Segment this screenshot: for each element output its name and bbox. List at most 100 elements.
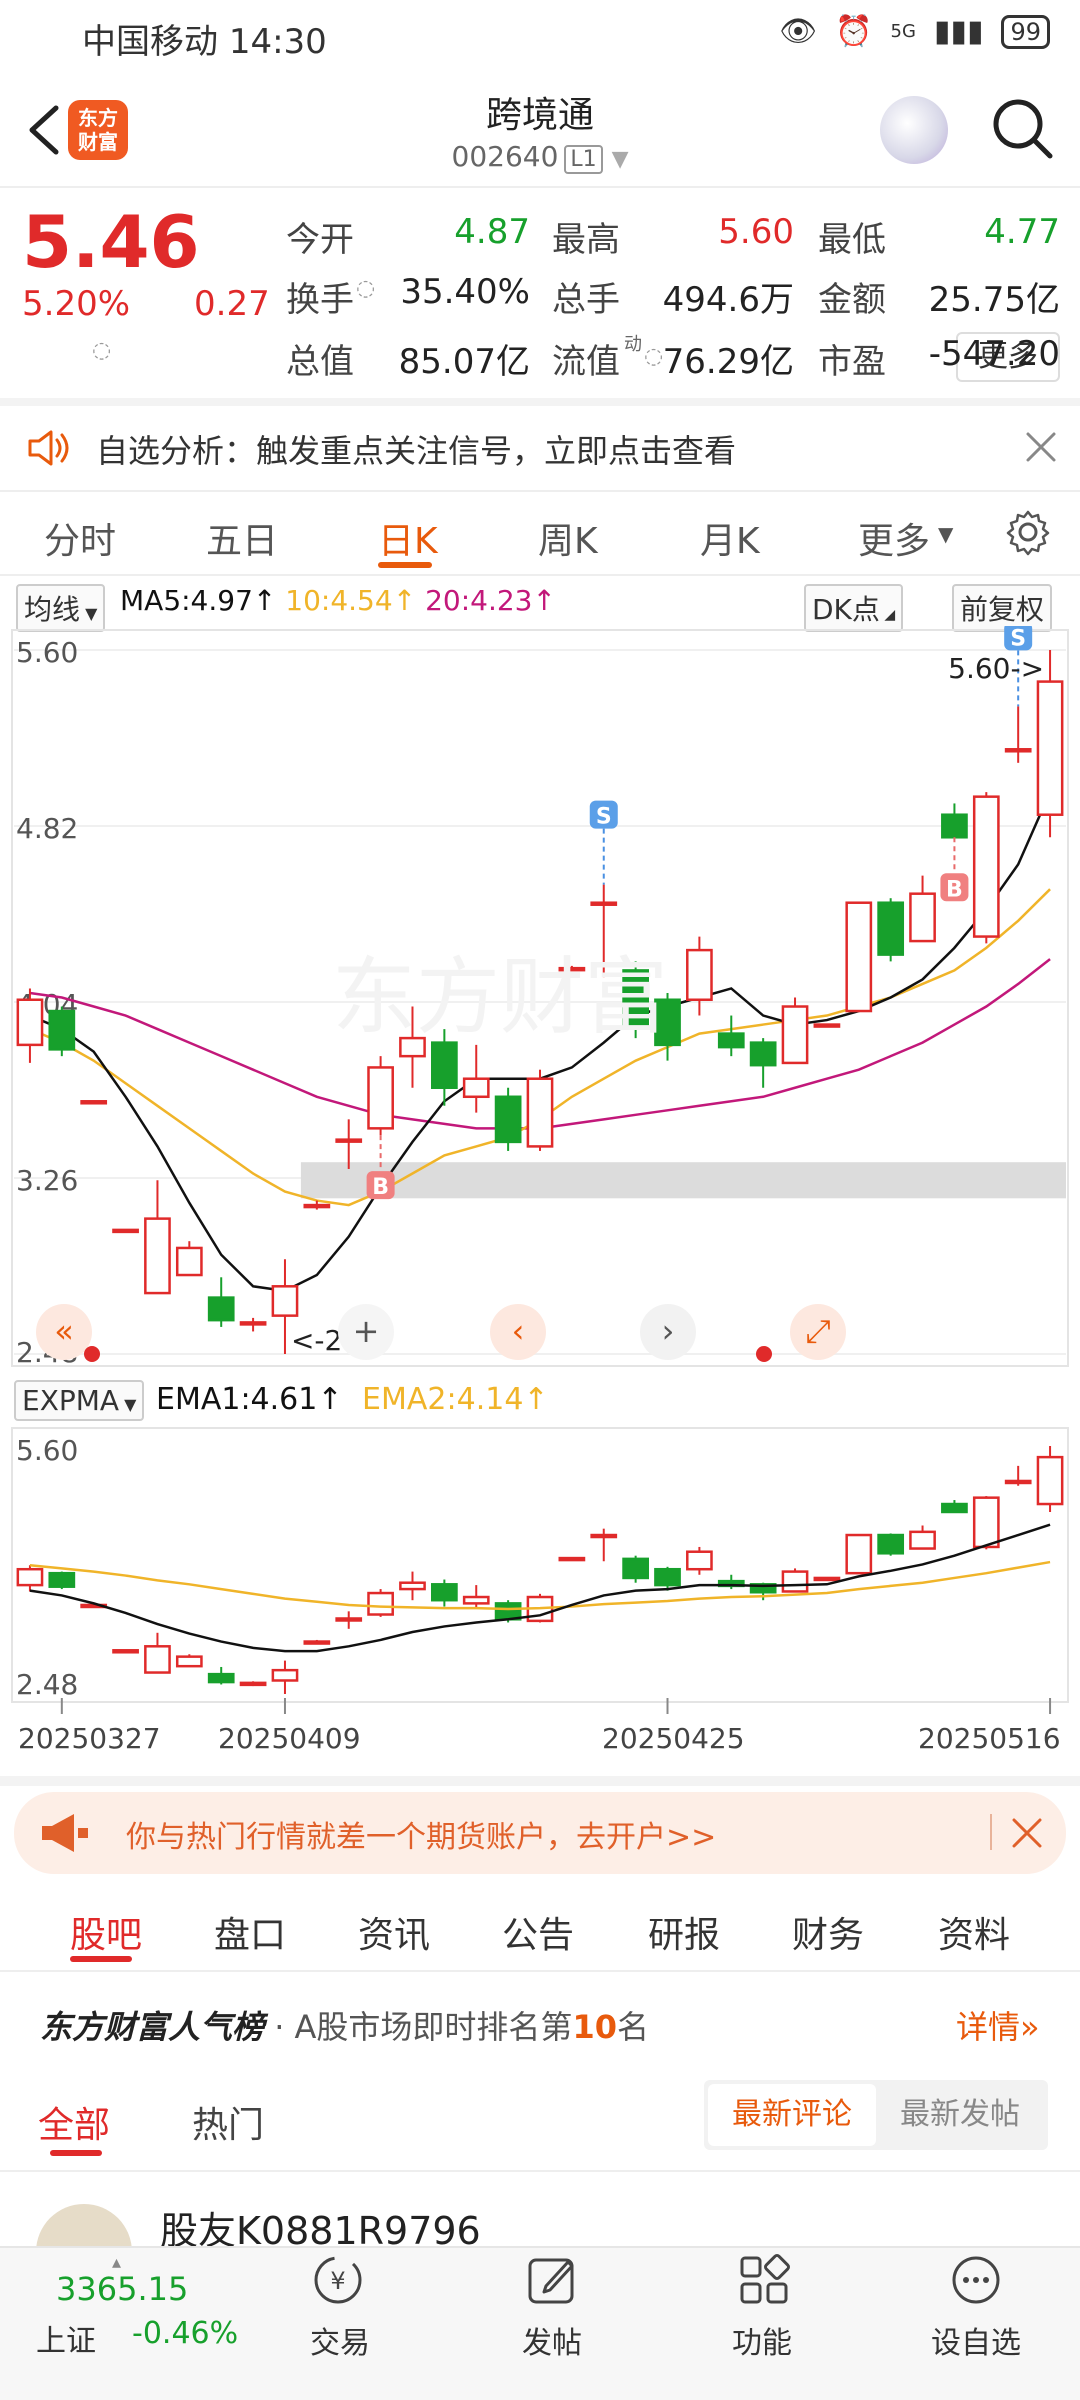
candle-body: [526, 1077, 554, 1148]
sort-latest-post[interactable]: 最新发帖: [876, 2084, 1044, 2146]
status-icons: 👁 ⏰ 5G ▮▮▮ 99: [779, 14, 1050, 49]
candle-body: [590, 1533, 618, 1539]
ma20-value: 20:4.23↑: [425, 584, 556, 617]
rank-prefix: · A股市场即时排名第: [274, 2008, 573, 2046]
content-tab[interactable]: 股吧: [70, 1906, 142, 1958]
trade-icon[interactable]: ¥: [310, 2252, 366, 2308]
chart-tab[interactable]: 分时: [44, 512, 116, 564]
change-amount: 0.27: [194, 284, 270, 324]
candle-body: [239, 1321, 267, 1326]
candle-body: [16, 998, 44, 1047]
dk-point-button[interactable]: DK点 ◢: [804, 584, 904, 632]
nav-add-watchlist[interactable]: 设自选: [916, 2318, 1036, 2362]
change-percent: 5.20%: [22, 284, 131, 324]
candle-body: [48, 1571, 76, 1588]
speaker-icon: [28, 430, 69, 466]
chart-tab[interactable]: 五日: [206, 512, 278, 564]
scroll-right-button[interactable]: ›: [640, 1304, 696, 1360]
content-tab[interactable]: 资料: [938, 1906, 1010, 1958]
kline-chart[interactable]: 5.604.824.043.262.48BSBS5.60-><-2.48东方财富: [0, 626, 1080, 1370]
sub-indicator-selector[interactable]: EXPMA ▼: [14, 1380, 145, 1421]
candle-body: [972, 795, 1000, 938]
candle-body: [175, 1246, 203, 1277]
compose-icon[interactable]: [524, 2252, 580, 2308]
feed-tab-all[interactable]: 全部: [38, 2096, 110, 2148]
content-tab[interactable]: 资讯: [358, 1906, 430, 1958]
candle-body: [813, 1023, 841, 1028]
scroll-left-button[interactable]: ‹: [490, 1304, 546, 1360]
analysis-alert[interactable]: 自选分析：触发重点关注信号，立即点击查看: [0, 404, 1080, 490]
close-icon[interactable]: [1024, 430, 1058, 464]
candle-body: [877, 1533, 905, 1555]
content-tab[interactable]: 公告: [502, 1906, 574, 1958]
candle-body: [590, 901, 618, 906]
candle-body: [16, 1567, 44, 1587]
quote-value: 4.87: [454, 212, 530, 252]
chart-tab[interactable]: 日K: [378, 512, 438, 564]
chevron-down-icon: ▼: [938, 522, 954, 546]
index-value[interactable]: 3365.15: [56, 2270, 188, 2308]
signal-icon: ▮▮▮: [933, 14, 984, 49]
tabs-divider: [0, 574, 1080, 576]
more-dots-icon[interactable]: [948, 2252, 1004, 2308]
expma-chart[interactable]: 5.60 2.48: [0, 1424, 1080, 1714]
info-icon[interactable]: ◌: [644, 344, 663, 369]
candle-body: [654, 1567, 681, 1587]
indicator-selector[interactable]: 均线 ▼: [16, 584, 106, 632]
feed-tab-hot[interactable]: 热门: [192, 2096, 264, 2148]
info-icon[interactable]: ◌: [92, 338, 111, 363]
candle-body: [207, 1296, 235, 1322]
signal-label: B: [372, 1175, 389, 1200]
svg-text:¥: ¥: [330, 2267, 345, 2295]
ema2-value: EMA2:4.14↑: [362, 1382, 549, 1417]
nav-post[interactable]: 发帖: [492, 2318, 612, 2362]
ad-close-icon[interactable]: [1010, 1816, 1044, 1850]
candle-body: [367, 1066, 394, 1130]
crosshair-button[interactable]: +: [338, 1304, 394, 1360]
ma10-value: 10:4.54↑: [285, 584, 417, 617]
chart-tab[interactable]: 更多: [858, 512, 930, 564]
candle-body: [335, 1617, 363, 1622]
alert-divider: [0, 490, 1080, 492]
dropdown-icon: ▼: [80, 604, 98, 623]
quote-value: -547.20: [928, 334, 1060, 374]
info-icon[interactable]: ◌: [356, 276, 375, 301]
support-band: [300, 1162, 1067, 1199]
robot-avatar[interactable]: [880, 96, 948, 164]
stock-code-text: 002640: [451, 140, 559, 173]
expand-icon[interactable]: ⤢: [790, 1304, 846, 1360]
candle-body: [112, 1228, 139, 1234]
rank-detail-link[interactable]: 详情»: [956, 2002, 1040, 2048]
candle-body: [112, 1649, 139, 1654]
content-tab[interactable]: 研报: [648, 1906, 720, 1958]
chart-tab[interactable]: 月K: [700, 512, 760, 564]
nav-trade[interactable]: 交易: [280, 2318, 400, 2362]
content-tab[interactable]: 财务: [792, 1906, 864, 1958]
futures-ad-banner[interactable]: 你与热门行情就差一个期货账户，去开户>>: [14, 1792, 1066, 1874]
candle-body: [303, 1640, 331, 1645]
grid-icon[interactable]: [736, 2252, 792, 2308]
candle-body: [686, 1550, 713, 1571]
candle-body: [781, 1005, 809, 1065]
index-name: 上证: [36, 2324, 96, 2359]
sort-latest-comment[interactable]: 最新评论: [708, 2084, 876, 2146]
feed-divider: [0, 2170, 1080, 2172]
settings-gear-icon[interactable]: [1004, 508, 1052, 556]
candle-body: [335, 1138, 363, 1143]
content-tab[interactable]: 盘口: [214, 1906, 286, 1958]
chart-tab[interactable]: 周K: [538, 512, 598, 564]
y-tick-label: 5.60: [16, 636, 78, 669]
adjust-button[interactable]: 前复权: [952, 584, 1053, 632]
search-icon[interactable]: [990, 96, 1054, 160]
network-type: 5G: [890, 21, 916, 42]
rank-number: 10: [572, 2008, 617, 2046]
candle-body: [367, 1591, 394, 1616]
nav-function[interactable]: 功能: [702, 2318, 822, 2362]
status-carrier: 中国移动 14:30: [82, 14, 327, 63]
candle-body: [909, 892, 936, 943]
popularity-rank[interactable]: 东方财富人气榜 · A股市场即时排名第10名: [40, 2002, 649, 2048]
pe-superscript: 动: [624, 334, 642, 355]
quote-value: 5.60: [718, 212, 794, 252]
carrier-name: 中国移动: [82, 22, 218, 62]
candle-body: [80, 1100, 108, 1105]
